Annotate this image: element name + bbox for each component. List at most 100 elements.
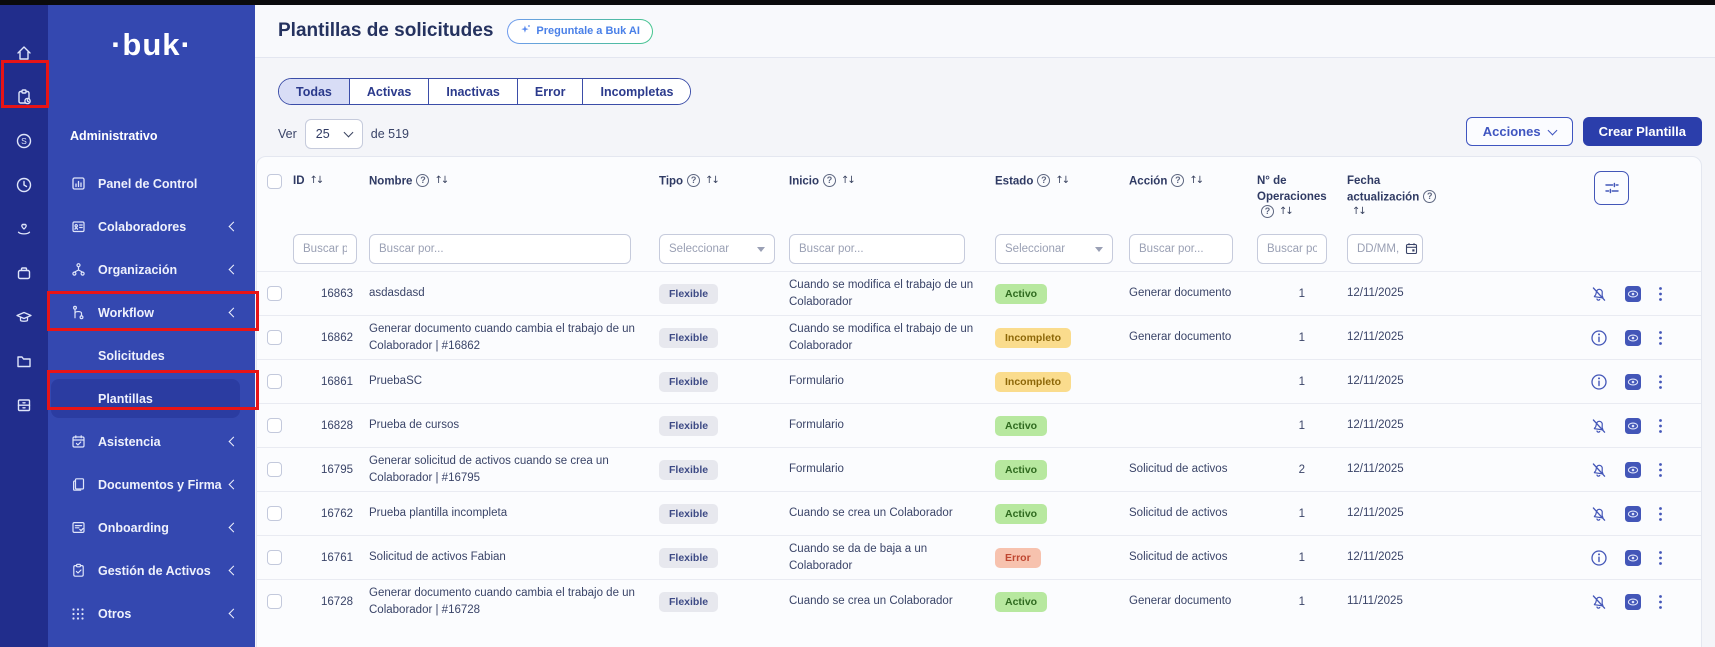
- help-icon[interactable]: ?: [687, 174, 700, 187]
- help-icon[interactable]: ?: [1423, 190, 1436, 203]
- info-circle-icon[interactable]: [1590, 373, 1608, 391]
- filter-tipo-select[interactable]: Seleccionar: [659, 234, 775, 264]
- column-settings-button[interactable]: [1594, 171, 1629, 205]
- row-accion: Solicitud de activos: [1129, 505, 1257, 522]
- eye-preview-icon[interactable]: [1624, 329, 1642, 347]
- column-header-estado[interactable]: Estado?↑↓: [995, 174, 1129, 190]
- home-icon[interactable]: [0, 31, 48, 75]
- row-inicio: Cuando se modifica el trabajo de un Cola…: [789, 277, 995, 310]
- bell-slash-icon[interactable]: [1590, 505, 1608, 523]
- row-checkbox[interactable]: [267, 462, 282, 477]
- ask-buk-ai-button[interactable]: Preguntale a Buk AI: [507, 19, 653, 44]
- sidebar-item-solicitudes[interactable]: Solicitudes: [48, 334, 255, 377]
- kebab-menu-icon[interactable]: [1658, 593, 1663, 611]
- tab-inactivas[interactable]: Inactivas: [428, 79, 517, 104]
- filter-accion-input[interactable]: [1129, 234, 1233, 264]
- sidebar-item-plantillas[interactable]: Plantillas: [48, 377, 255, 420]
- sidebar-item-documentos-y-firma[interactable]: Documentos y Firma: [48, 463, 255, 506]
- filter-inicio-input[interactable]: [789, 234, 965, 264]
- sidebar-item-otros[interactable]: Otros: [48, 592, 255, 635]
- bell-slash-icon[interactable]: [1590, 285, 1608, 303]
- row-checkbox[interactable]: [267, 418, 282, 433]
- eye-preview-icon[interactable]: [1624, 505, 1642, 523]
- filter-operaciones-input[interactable]: [1257, 234, 1327, 264]
- sort-icon[interactable]: ↑↓: [1055, 175, 1068, 186]
- benefits-hand-heart-icon[interactable]: [0, 207, 48, 251]
- help-icon[interactable]: ?: [416, 174, 429, 187]
- kebab-menu-icon[interactable]: [1658, 461, 1663, 479]
- eye-preview-icon[interactable]: [1624, 549, 1642, 567]
- sidebar-item-organizacion[interactable]: Organización: [48, 248, 255, 291]
- row-checkbox[interactable]: [267, 330, 282, 345]
- time-clock-icon[interactable]: [0, 163, 48, 207]
- kebab-menu-icon[interactable]: [1658, 373, 1663, 391]
- column-header-fecha[interactable]: Fecha actualización?↑↓: [1347, 174, 1443, 221]
- sidebar-item-asistencia[interactable]: Asistencia: [48, 420, 255, 463]
- filter-nombre-input[interactable]: [369, 234, 631, 264]
- acciones-button[interactable]: Acciones: [1466, 117, 1573, 146]
- archive-cabinet-icon[interactable]: [0, 383, 48, 427]
- kebab-menu-icon[interactable]: [1658, 505, 1663, 523]
- bell-slash-icon[interactable]: [1590, 593, 1608, 611]
- calendar-icon[interactable]: [1405, 242, 1418, 260]
- sort-icon[interactable]: ↑↓: [841, 175, 854, 186]
- bell-slash-icon[interactable]: [1590, 461, 1608, 479]
- row-id: 16861: [293, 376, 369, 388]
- column-header-operaciones[interactable]: N° de Operaciones?↑↓: [1257, 174, 1347, 221]
- sort-icon[interactable]: ↑↓: [310, 175, 323, 186]
- row-checkbox[interactable]: [267, 506, 282, 521]
- filter-estado-select[interactable]: Seleccionar: [995, 234, 1113, 264]
- briefcase-icon[interactable]: [0, 251, 48, 295]
- requests-clipboard-icon[interactable]: [0, 75, 48, 119]
- sidebar-item-panel-de-control[interactable]: Panel de Control: [48, 162, 255, 205]
- row-checkbox[interactable]: [267, 374, 282, 389]
- page-size-select[interactable]: 25: [305, 119, 363, 149]
- column-header-accion[interactable]: Acción?↑↓: [1129, 174, 1257, 190]
- kebab-menu-icon[interactable]: [1658, 549, 1663, 567]
- crear-plantilla-button[interactable]: Crear Plantilla: [1583, 117, 1702, 146]
- column-header-inicio[interactable]: Inicio?↑↓: [789, 174, 995, 190]
- column-header-id[interactable]: ID↑↓: [293, 174, 369, 190]
- eye-preview-icon[interactable]: [1624, 373, 1642, 391]
- kebab-menu-icon[interactable]: [1658, 329, 1663, 347]
- info-circle-icon[interactable]: [1590, 329, 1608, 347]
- help-icon[interactable]: ?: [1171, 174, 1184, 187]
- tab-activas[interactable]: Activas: [349, 79, 428, 104]
- row-checkbox[interactable]: [267, 550, 282, 565]
- row-checkbox[interactable]: [267, 286, 282, 301]
- sidebar-item-onboarding[interactable]: Onboarding: [48, 506, 255, 549]
- sort-icon[interactable]: ↑↓: [1352, 206, 1365, 217]
- sort-icon[interactable]: ↑↓: [705, 175, 718, 186]
- org-chart-icon: [70, 262, 86, 278]
- eye-preview-icon[interactable]: [1624, 461, 1642, 479]
- bell-slash-icon[interactable]: [1590, 417, 1608, 435]
- eye-preview-icon[interactable]: [1624, 417, 1642, 435]
- column-header-nombre[interactable]: Nombre?↑↓: [369, 174, 659, 190]
- tab-todas[interactable]: Todas: [279, 79, 349, 104]
- filter-id-input[interactable]: [293, 234, 357, 264]
- info-circle-icon[interactable]: [1590, 549, 1608, 567]
- eye-preview-icon[interactable]: [1624, 285, 1642, 303]
- select-all-checkbox[interactable]: [267, 174, 282, 189]
- kebab-menu-icon[interactable]: [1658, 285, 1663, 303]
- sort-icon[interactable]: ↑↓: [434, 175, 447, 186]
- eye-preview-icon[interactable]: [1624, 593, 1642, 611]
- row-fecha: 12/11/2025: [1347, 329, 1443, 346]
- estado-badge: Activo: [995, 416, 1047, 436]
- help-icon[interactable]: ?: [1037, 174, 1050, 187]
- sidebar-item-colaboradores[interactable]: Colaboradores: [48, 205, 255, 248]
- folder-icon[interactable]: [0, 339, 48, 383]
- row-checkbox[interactable]: [267, 594, 282, 609]
- kebab-menu-icon[interactable]: [1658, 417, 1663, 435]
- sort-icon[interactable]: ↑↓: [1189, 175, 1202, 186]
- training-graduation-icon[interactable]: [0, 295, 48, 339]
- help-icon[interactable]: ?: [1261, 205, 1274, 218]
- column-header-tipo[interactable]: Tipo?↑↓: [659, 174, 789, 190]
- sidebar-item-workflow[interactable]: Workflow: [48, 291, 255, 334]
- tab-incompletas[interactable]: Incompletas: [582, 79, 690, 104]
- sort-icon[interactable]: ↑↓: [1279, 206, 1292, 217]
- payroll-coin-icon[interactable]: S: [0, 119, 48, 163]
- sidebar-item-gestion-de-activos[interactable]: Gestión de Activos: [48, 549, 255, 592]
- help-icon[interactable]: ?: [823, 174, 836, 187]
- tab-error[interactable]: Error: [517, 79, 583, 104]
